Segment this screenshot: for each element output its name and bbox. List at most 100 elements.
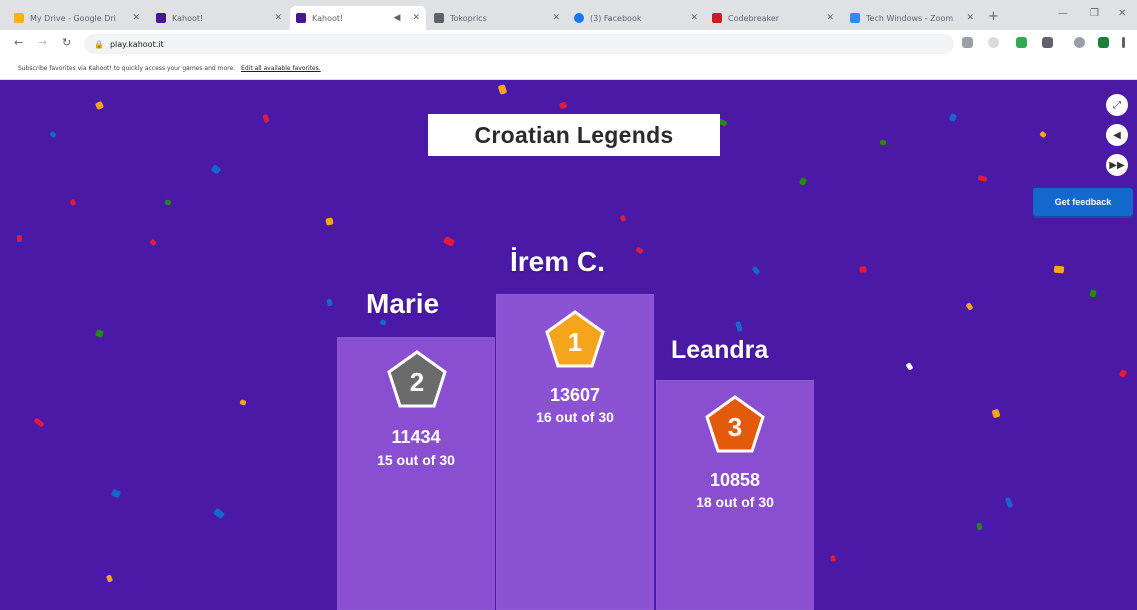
get-feedback-button[interactable]: Get feedback xyxy=(1033,188,1133,216)
address-bar[interactable]: 🔒 play.kahoot.it xyxy=(84,34,954,54)
tab-title: Codebreaker xyxy=(728,13,780,23)
skip-icon[interactable]: ▶▶ xyxy=(1106,154,1128,176)
browser-tab[interactable]: Tokoprics ✕ xyxy=(428,6,566,30)
close-icon[interactable]: ✕ xyxy=(412,13,420,23)
confetti-piece xyxy=(149,238,157,247)
confetti-piece xyxy=(879,139,887,146)
confetti-piece xyxy=(105,574,114,583)
tab-title: (3) Facebook xyxy=(590,13,642,23)
close-icon[interactable]: ✕ xyxy=(966,13,974,23)
bookmarks-infobar: Subscribe favorites via Kahoot! to quick… xyxy=(0,58,1137,80)
close-icon[interactable]: ✕ xyxy=(274,13,282,23)
confetti-piece xyxy=(164,199,172,206)
confetti-piece xyxy=(325,217,334,226)
speaker-icon[interactable]: ◀ xyxy=(394,13,401,23)
profile-icon[interactable] xyxy=(1074,37,1085,48)
confetti-piece xyxy=(69,198,77,207)
silver-medal-icon: 2 xyxy=(386,350,448,410)
close-icon[interactable]: ✕ xyxy=(826,13,834,23)
new-tab-icon[interactable]: + xyxy=(988,9,999,24)
confetti-piece xyxy=(965,302,974,311)
confetti-piece xyxy=(829,554,837,563)
tab-title: Kahoot! xyxy=(312,13,344,23)
lock-icon: 🔒 xyxy=(94,39,104,49)
close-icon[interactable]: ✕ xyxy=(690,13,698,23)
confetti-piece xyxy=(991,408,1001,419)
forward-icon[interactable]: → xyxy=(38,36,47,49)
score-second: 11434 xyxy=(391,427,441,447)
confetti-piece xyxy=(33,417,45,428)
maximize-icon[interactable]: ❐ xyxy=(1090,8,1099,19)
star-icon[interactable] xyxy=(988,37,999,48)
confetti-piece xyxy=(16,234,23,243)
player-name-third: Leandra xyxy=(671,336,769,364)
confetti-piece xyxy=(94,100,105,111)
confetti-piece xyxy=(859,266,867,273)
fullscreen-icon[interactable]: ⤢ xyxy=(1106,94,1128,116)
quiz-title: Croatian Legends xyxy=(428,114,720,156)
confetti-piece xyxy=(751,265,761,276)
extension-icon[interactable] xyxy=(1098,37,1109,48)
confetti-piece xyxy=(977,175,988,182)
confetti-piece xyxy=(497,84,508,95)
confetti-piece xyxy=(798,177,808,186)
browser-tab-strip: My Drive - Google Dri ✕ Kahoot! ✕ Kahoot… xyxy=(0,0,1137,30)
player-name-second: Marie xyxy=(366,288,440,319)
confetti-piece xyxy=(558,101,568,110)
extension-icon[interactable] xyxy=(962,37,973,48)
correct-count-third: 18 out of 30 xyxy=(696,494,774,510)
confetti-piece xyxy=(1118,368,1128,379)
browser-tab[interactable]: Codebreaker ✕ xyxy=(706,6,840,30)
sound-icon[interactable]: ◀ xyxy=(1106,124,1128,146)
confetti-piece xyxy=(94,328,105,339)
confetti-piece xyxy=(326,298,333,307)
infobar-link[interactable]: Edit all available favorites. xyxy=(241,65,321,72)
browser-tab[interactable]: Kahoot! ✕ xyxy=(150,6,288,30)
confetti-piece xyxy=(1004,496,1014,509)
browser-tab[interactable]: My Drive - Google Dri ✕ xyxy=(8,6,146,30)
site-icon xyxy=(434,13,444,23)
browser-tab[interactable]: Tech Windows - Zoom ✕ xyxy=(844,6,980,30)
confetti-piece xyxy=(635,246,644,255)
extension-icon[interactable] xyxy=(1042,37,1053,48)
back-icon[interactable]: ← xyxy=(14,36,23,49)
confetti-piece xyxy=(1053,265,1065,274)
browser-tab[interactable]: (3) Facebook ✕ xyxy=(568,6,704,30)
site-icon xyxy=(712,13,722,23)
confetti-piece xyxy=(210,164,222,175)
confetti-piece xyxy=(442,236,456,247)
close-icon[interactable]: ✕ xyxy=(132,13,140,23)
score-first: 13607 xyxy=(549,385,601,405)
confetti-piece xyxy=(110,488,122,499)
score-third: 10858 xyxy=(709,470,761,490)
confetti-piece xyxy=(976,522,983,531)
confetti-piece xyxy=(1089,289,1097,298)
confetti-piece xyxy=(379,319,387,326)
url-text: play.kahoot.it xyxy=(109,39,164,49)
confetti-piece xyxy=(49,130,57,139)
browser-tab-active[interactable]: Kahoot! ◀ ✕ xyxy=(290,6,426,30)
reload-icon[interactable]: ↻ xyxy=(62,36,71,49)
tab-title: Tech Windows - Zoom xyxy=(866,13,954,23)
tab-title: Tokoprics xyxy=(450,13,487,23)
medal-rank: 1 xyxy=(568,327,582,357)
google-drive-icon xyxy=(14,13,24,23)
confetti-piece xyxy=(239,399,247,406)
podium-stage: Croatian Legends ⤢ ◀ ▶▶ Get feedback Mar… xyxy=(0,80,1137,610)
zoom-icon xyxy=(850,13,860,23)
bronze-medal-icon: 3 xyxy=(704,395,766,455)
gold-medal-icon: 1 xyxy=(544,310,606,370)
extension-icon[interactable] xyxy=(1016,37,1027,48)
medal-rank: 2 xyxy=(410,367,424,397)
player-name-first: İrem C. xyxy=(510,246,605,277)
menu-icon[interactable] xyxy=(1122,37,1125,48)
infobar-text: Subscribe favorites via Kahoot! to quick… xyxy=(18,65,236,72)
tab-title: My Drive - Google Dri xyxy=(30,13,116,23)
close-icon[interactable]: ✕ xyxy=(552,13,560,23)
confetti-piece xyxy=(212,507,226,520)
tab-title: Kahoot! xyxy=(172,13,204,23)
minimize-icon[interactable]: — xyxy=(1058,8,1068,19)
facebook-icon xyxy=(574,13,584,23)
close-window-icon[interactable]: ✕ xyxy=(1118,8,1126,19)
medal-rank: 3 xyxy=(728,412,742,442)
